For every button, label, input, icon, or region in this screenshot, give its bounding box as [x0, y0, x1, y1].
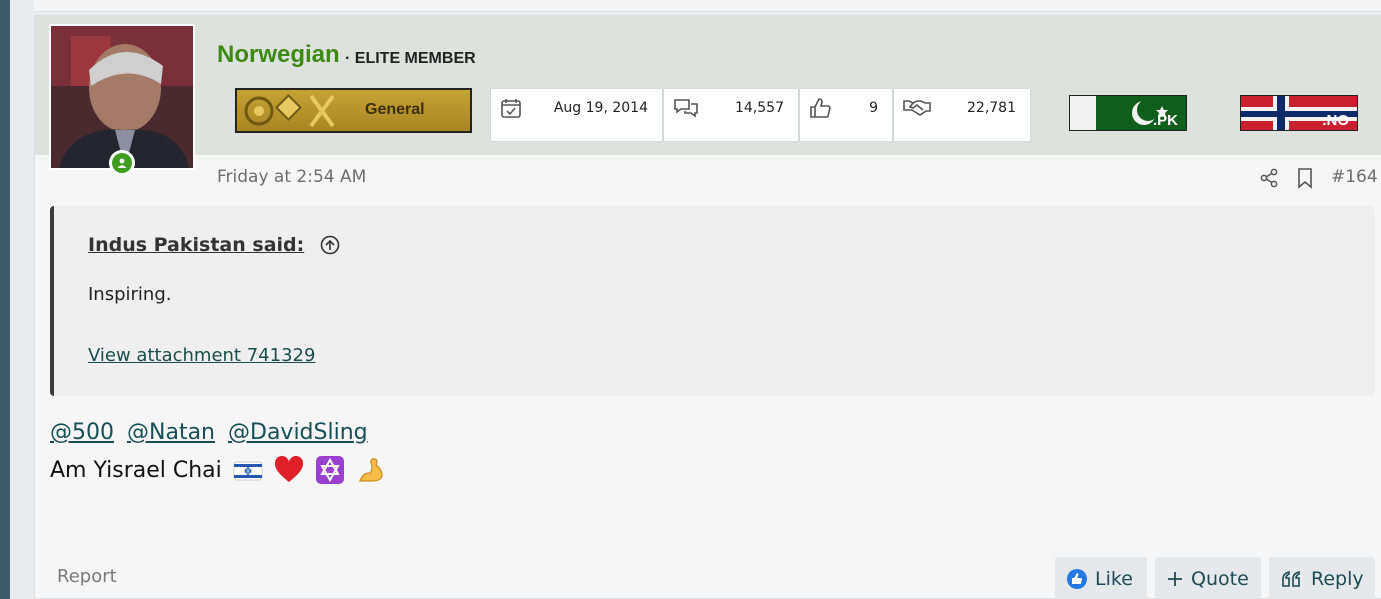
israel-flag-emoji	[233, 461, 263, 481]
points-value: 22,781	[967, 100, 1016, 116]
stat-join-date: Aug 19, 2014	[490, 88, 663, 142]
previous-post-edge	[34, 0, 1381, 12]
stat-reactions: 9	[799, 88, 893, 142]
flexed-biceps-emoji	[358, 458, 383, 482]
bookmark-icon[interactable]	[1296, 167, 1314, 189]
online-status-icon	[109, 150, 135, 176]
messages-value: 14,557	[735, 100, 784, 116]
username[interactable]: Norwegian	[217, 41, 340, 69]
like-button[interactable]: Like	[1055, 557, 1147, 599]
messages-icon	[674, 99, 698, 118]
stat-points: 22,781	[893, 88, 1031, 142]
post-timestamp[interactable]: Friday at 2:54 AM	[217, 167, 366, 187]
quote-author[interactable]: Indus Pakistan said:	[88, 234, 304, 256]
flag-label: .NO	[1322, 112, 1349, 129]
share-icon[interactable]	[1259, 168, 1279, 188]
quote-label: Quote	[1191, 568, 1249, 590]
page-edge	[0, 0, 10, 599]
quote-text: Inspiring.	[88, 284, 172, 305]
post-header: Norwegian · ELITE MEMBER General Aug 19,…	[35, 16, 1381, 176]
pakistan-flag-icon: .PK	[1069, 95, 1187, 131]
forum-post: Norwegian · ELITE MEMBER General Aug 19,…	[34, 15, 1381, 599]
handshake-icon	[903, 100, 931, 116]
like-icon	[1067, 569, 1087, 589]
thumbs-up-icon	[810, 98, 831, 118]
flag-label: .PK	[1152, 112, 1178, 129]
reply-button[interactable]: Reply	[1269, 557, 1375, 599]
quote-button[interactable]: Quote	[1155, 557, 1261, 599]
user-title: · ELITE MEMBER	[345, 50, 476, 67]
report-link[interactable]: Report	[57, 566, 117, 587]
red-heart-emoji	[274, 455, 303, 482]
avatar[interactable]	[49, 24, 195, 170]
norway-flag-icon: .NO	[1240, 95, 1358, 131]
mention-link[interactable]: @500	[50, 420, 114, 445]
mention-link[interactable]: @DavidSling	[228, 420, 368, 445]
join-date-value: Aug 19, 2014	[553, 100, 648, 116]
attachment-link[interactable]: View attachment 741329	[88, 345, 315, 366]
mention-link[interactable]: @Natan	[127, 420, 215, 445]
reactions-value: 9	[869, 100, 878, 116]
arrow-up-circle-icon[interactable]	[320, 235, 340, 255]
star-of-david-emoji	[315, 456, 344, 484]
plus-icon	[1167, 571, 1183, 587]
like-label: Like	[1095, 568, 1133, 590]
quote-marks-icon	[1281, 570, 1303, 588]
quote-block: Indus Pakistan said: Inspiring. View att…	[50, 206, 1375, 396]
reply-label: Reply	[1311, 568, 1364, 590]
message-line: Am Yisrael Chai	[50, 455, 386, 485]
post-number[interactable]: #164	[1331, 167, 1378, 187]
mentions: @500 @Natan @DavidSling	[50, 420, 374, 445]
calendar-check-icon	[501, 99, 521, 118]
message-text: Am Yisrael Chai	[50, 457, 222, 483]
stat-messages: 14,557	[663, 88, 799, 142]
rank-label: General	[365, 101, 425, 118]
rank-banner: General	[235, 88, 472, 133]
